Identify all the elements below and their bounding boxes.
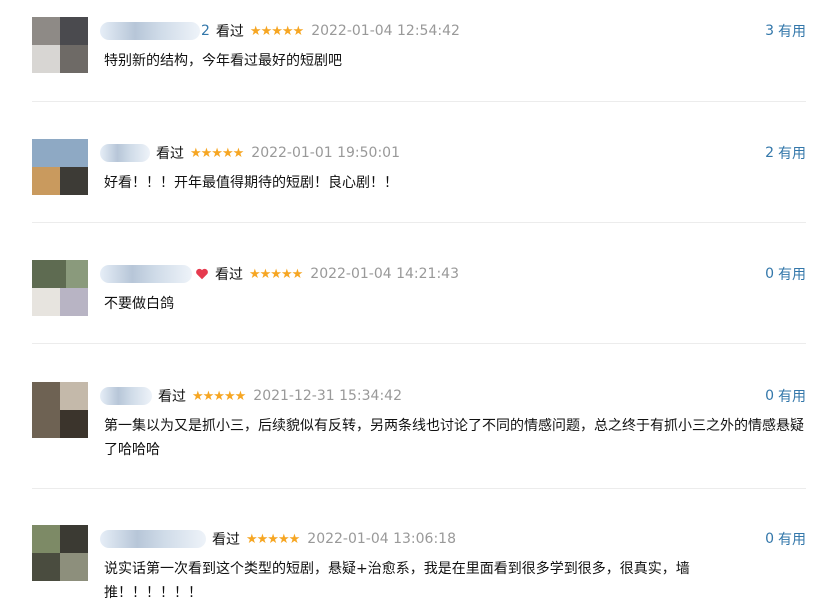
rating-stars-icon: ★★★★★ [192, 388, 246, 404]
comment-time: 2021-12-31 15:34:42 [253, 388, 402, 404]
heart-icon [196, 268, 208, 280]
avatar[interactable] [32, 260, 88, 316]
comment-text: 特别新的结构，今年看过最好的短剧吧 [104, 53, 342, 69]
rating-stars-icon: ★★★★★ [249, 23, 304, 39]
comment-text: 第一集以为又是抓小三，后续貌似有反转，另两条线也讨论了不同的情感问题，总之终于有… [104, 418, 804, 458]
useful-button[interactable]: 有用 [778, 386, 806, 406]
divider [32, 101, 806, 102]
divider [32, 222, 806, 223]
useful-count: 0 [765, 388, 774, 404]
useful-vote: 0 有用 [765, 528, 806, 550]
username-blurred[interactable] [100, 22, 200, 40]
comment-time: 2022-01-01 19:50:01 [251, 145, 400, 161]
useful-count: 0 [765, 266, 774, 282]
username-blurred[interactable] [100, 265, 192, 283]
useful-vote: 2 有用 [765, 142, 806, 164]
avatar[interactable] [32, 139, 88, 195]
watch-status: 看过 [158, 389, 186, 405]
comment-time: 2022-01-04 14:21:43 [310, 266, 459, 282]
divider [32, 343, 806, 344]
username-blurred[interactable] [100, 144, 150, 162]
comment-time: 2022-01-04 12:54:42 [311, 23, 460, 39]
rating-stars-icon: ★★★★★ [249, 266, 303, 282]
comment-text: 不要做白鸽 [104, 296, 174, 312]
useful-button[interactable]: 有用 [778, 264, 806, 284]
comment-header: 看过 ★★★★★ 2022-01-04 13:06:18 [100, 528, 456, 550]
avatar[interactable] [32, 17, 88, 73]
username-blurred[interactable] [100, 530, 206, 548]
comment-text: 说实话第一次看到这个类型的短剧，悬疑+治愈系，我是在里面看到很多学到很多，很真实… [104, 561, 690, 601]
useful-button[interactable]: 有用 [778, 143, 806, 163]
comment-header: 看过 ★★★★★ 2022-01-01 19:50:01 [100, 142, 400, 164]
useful-vote: 0 有用 [765, 263, 806, 285]
useful-count: 2 [765, 145, 774, 161]
comment-header: 2 看过 ★★★★★ 2022-01-04 12:54:42 [100, 20, 460, 42]
watch-status: 看过 [215, 24, 244, 40]
divider [32, 488, 806, 489]
rating-stars-icon: ★★★★★ [190, 145, 244, 161]
useful-vote: 0 有用 [765, 385, 806, 407]
useful-button[interactable]: 有用 [778, 21, 806, 41]
username-blurred[interactable] [100, 387, 152, 405]
watch-status: 看过 [156, 146, 184, 162]
username-suffix[interactable]: 2 [201, 23, 210, 39]
avatar[interactable] [32, 382, 88, 438]
watch-status: 看过 [215, 267, 243, 283]
useful-vote: 3 有用 [765, 20, 806, 42]
comment-text: 好看！！！开年最值得期待的短剧！良心剧！！ [104, 175, 398, 191]
comment-time: 2022-01-04 13:06:18 [307, 531, 456, 547]
useful-button[interactable]: 有用 [778, 529, 806, 549]
comment-header: 看过 ★★★★★ 2022-01-04 14:21:43 [100, 263, 459, 285]
useful-count: 3 [765, 23, 774, 39]
useful-count: 0 [765, 531, 774, 547]
avatar[interactable] [32, 525, 88, 581]
watch-status: 看过 [212, 532, 240, 548]
comment-header: 看过 ★★★★★ 2021-12-31 15:34:42 [100, 385, 402, 407]
rating-stars-icon: ★★★★★ [246, 531, 300, 547]
